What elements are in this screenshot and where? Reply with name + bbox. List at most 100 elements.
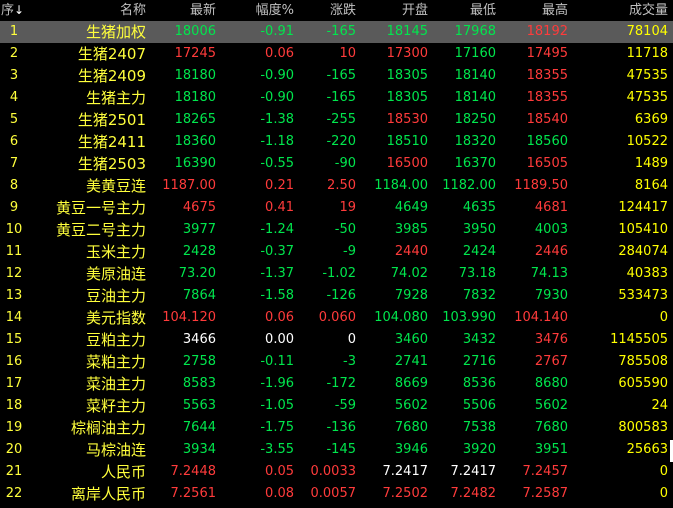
row-vol: 800583 [618, 420, 668, 435]
row-vol: 24 [651, 398, 668, 413]
row-chg: -126 [326, 288, 356, 303]
table-row[interactable]: 15 豆粕主力 3466 0.00 0 3460 3432 3476 1145505 [0, 329, 673, 351]
row-low: 3950 [462, 222, 496, 237]
row-high: 2446 [534, 244, 568, 259]
table-row[interactable]: 22 离岸人民币 7.2561 0.08 0.0057 7.2502 7.2482 7.258… [0, 483, 673, 505]
row-low: 7538 [462, 420, 496, 435]
table-row[interactable]: 18 菜籽主力 5563 -1.05 -59 5602 5506 5602 24 [0, 395, 673, 417]
table-row[interactable]: 13 豆油主力 7864 -1.58 -126 7928 7832 7930 533473 [0, 285, 673, 307]
row-last: 18360 [174, 134, 216, 149]
row-high: 18355 [526, 90, 568, 105]
table-row[interactable]: 20 马棕油连 3934 -3.55 -145 3946 3920 3951 25663 [0, 439, 673, 461]
header-name[interactable]: 名称 [30, 0, 146, 21]
row-vol: 605590 [618, 376, 668, 391]
row-chg: 0 [347, 332, 356, 347]
table-row[interactable]: 12 美原油连 73.20 -1.37 -1.02 74.02 73.18 74.13 4038… [0, 263, 673, 285]
table-row[interactable]: 11 玉米主力 2428 -0.37 -9 2440 2424 2446 284074 [0, 241, 673, 263]
table-row[interactable]: 5 生猪2501 18265 -1.38 -255 18530 18250 18540 6369 [0, 109, 673, 131]
row-open: 2741 [394, 354, 428, 369]
row-index: 19 [5, 420, 23, 435]
row-pct: -0.91 [260, 24, 294, 39]
row-pct: 0.05 [265, 464, 294, 479]
row-pct: -1.37 [260, 266, 294, 281]
quote-table: 序↓ 名称 最新 幅度% 涨跌 开盘 最低 最高 成交量 1 生猪加权 18006-… [0, 0, 673, 505]
row-last: 8583 [182, 376, 216, 391]
table-row[interactable]: 7 生猪2503 16390 -0.55 -90 16500 16370 16505 1489 [0, 153, 673, 175]
table-row[interactable]: 4 生猪主力 18180 -0.90 -165 18305 18140 18355 47535 [0, 87, 673, 109]
table-row[interactable]: 6 生猪2411 18360 -1.18 -220 18510 18320 18560 1052… [0, 131, 673, 153]
row-high: 8680 [534, 376, 568, 391]
row-low: 18320 [454, 134, 496, 149]
header-open[interactable]: 开盘 [360, 0, 428, 21]
row-index: 18 [5, 398, 23, 413]
row-pct: -1.05 [260, 398, 294, 413]
table-row[interactable]: 14 美元指数 104.120 0.06 0.060 104.080 103.990 104.… [0, 307, 673, 329]
header-chg[interactable]: 涨跌 [298, 0, 356, 21]
header-idx[interactable]: 序↓ [0, 0, 29, 21]
row-name: 生猪2409 [77, 67, 146, 85]
row-open: 7928 [394, 288, 428, 303]
row-chg: -9 [343, 244, 356, 259]
row-pct: -0.90 [260, 68, 294, 83]
row-last: 7644 [182, 420, 216, 435]
row-index: 9 [9, 200, 19, 215]
table-row[interactable]: 8 美黄豆连 1187.00 0.21 2.50 1184.00 1182.00 1189.5… [0, 175, 673, 197]
row-name: 棕榈油主力 [70, 419, 146, 437]
row-chg: -145 [326, 442, 356, 457]
row-chg: -50 [334, 222, 356, 237]
header-vol[interactable]: 成交量 [572, 0, 668, 21]
table-row[interactable]: 9 黄豆一号主力 4675 0.41 19 4649 4635 4681 124417 [0, 197, 673, 219]
row-pct: 0.41 [265, 200, 294, 215]
row-low: 16370 [454, 156, 496, 171]
row-name: 豆粕主力 [85, 331, 146, 349]
row-last: 18265 [174, 112, 216, 127]
row-name: 黄豆一号主力 [55, 199, 146, 217]
row-pct: -1.18 [260, 134, 294, 149]
row-high: 16505 [526, 156, 568, 171]
row-vol: 0 [659, 310, 668, 325]
row-index: 22 [5, 486, 23, 501]
row-high: 74.13 [530, 266, 568, 281]
table-row[interactable]: 21 人民币 7.2448 0.05 0.0033 7.2417 7.2417 7.2457 0 [0, 461, 673, 483]
row-chg: 0.060 [318, 310, 356, 325]
row-low: 7.2417 [450, 464, 497, 479]
row-pct: -1.58 [260, 288, 294, 303]
row-high: 18540 [526, 112, 568, 127]
table-row[interactable]: 1 生猪加权 18006 -0.91 -165 18145 17968 18192 78104 [0, 21, 673, 43]
row-last: 2428 [182, 244, 216, 259]
table-row[interactable]: 16 菜粕主力 2758 -0.11 -3 2741 2716 2767 785508 [0, 351, 673, 373]
header-pct[interactable]: 幅度% [220, 0, 294, 21]
row-index: 7 [9, 156, 19, 171]
row-chg: 2.50 [327, 178, 356, 193]
row-pct: -0.11 [260, 354, 294, 369]
header-high[interactable]: 最高 [500, 0, 568, 21]
row-low: 73.18 [458, 266, 496, 281]
table-row[interactable]: 17 菜油主力 8583 -1.96 -172 8669 8536 8680 605590 [0, 373, 673, 395]
header-low[interactable]: 最低 [432, 0, 496, 21]
row-last: 7864 [182, 288, 216, 303]
row-name: 玉米主力 [85, 243, 146, 261]
table-row[interactable]: 3 生猪2409 18180 -0.90 -165 18305 18140 18355 4753… [0, 65, 673, 87]
row-pct: -0.55 [260, 156, 294, 171]
row-index: 3 [9, 68, 19, 83]
header-last[interactable]: 最新 [148, 0, 216, 21]
row-vol: 11718 [626, 46, 668, 61]
row-last: 5563 [182, 398, 216, 413]
row-chg: 0.0057 [310, 486, 357, 501]
row-last: 3466 [182, 332, 216, 347]
row-last: 18180 [174, 90, 216, 105]
row-pct: 0.08 [265, 486, 294, 501]
row-index: 6 [9, 134, 19, 149]
row-vol: 533473 [618, 288, 668, 303]
row-chg: 19 [339, 200, 356, 215]
row-open: 7.2417 [382, 464, 429, 479]
row-high: 4003 [534, 222, 568, 237]
row-index: 2 [9, 46, 19, 61]
row-chg: -90 [334, 156, 356, 171]
table-row[interactable]: 10 黄豆二号主力 3977 -1.24 -50 3985 3950 4003 105410 [0, 219, 673, 241]
row-pct: -1.38 [260, 112, 294, 127]
row-index: 8 [9, 178, 19, 193]
row-name: 生猪2411 [77, 133, 146, 151]
table-row[interactable]: 2 生猪2407 17245 0.06 10 17300 17160 17495 11718 [0, 43, 673, 65]
table-row[interactable]: 19 棕榈油主力 7644 -1.75 -136 7680 7538 7680 800583 [0, 417, 673, 439]
